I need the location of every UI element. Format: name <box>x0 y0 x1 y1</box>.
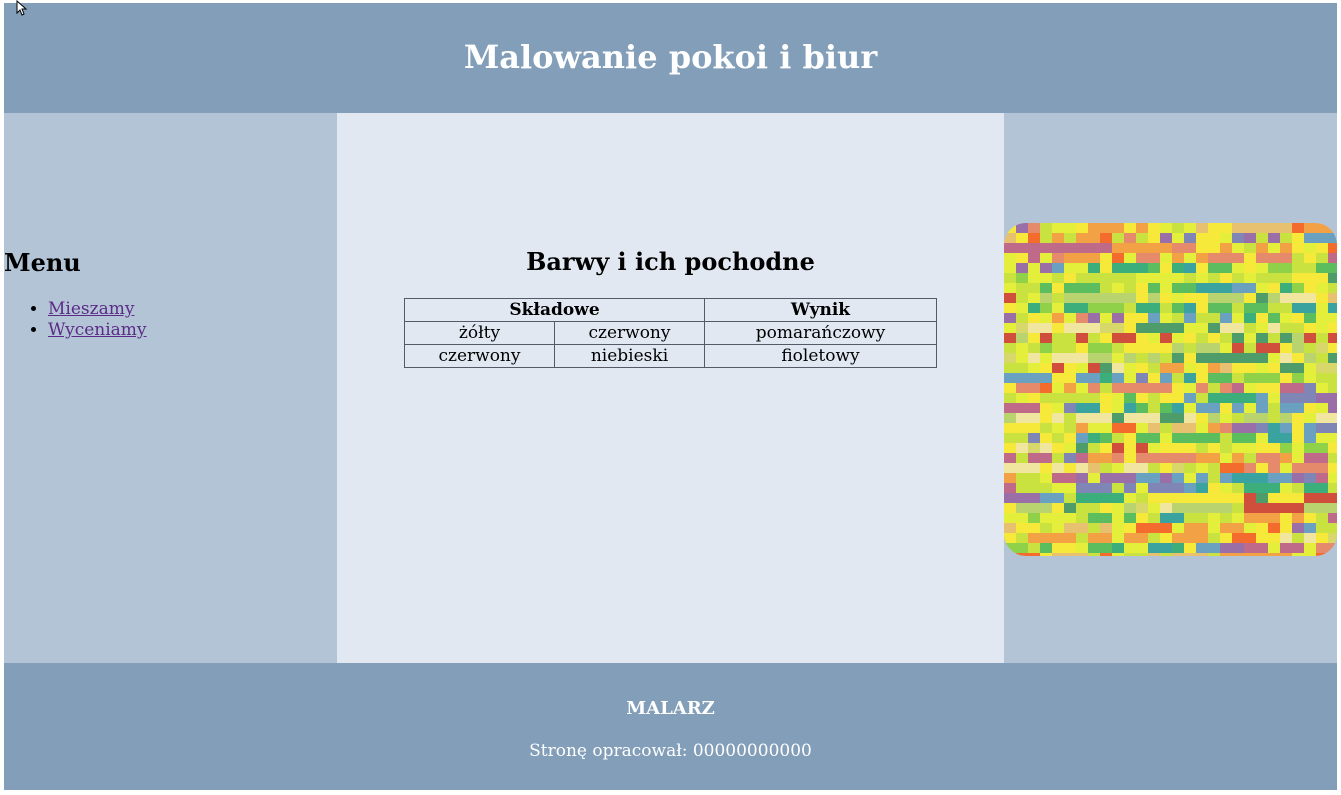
footer-brand: MALARZ <box>626 698 715 719</box>
left-menu-panel: Menu Mieszamy Wyceniamy <box>4 113 337 663</box>
menu-heading: Menu <box>4 248 81 277</box>
table-cell: niebieski <box>554 344 705 368</box>
table-cell: pomarańczowy <box>704 321 937 345</box>
footer-author: Stronę opracował: 00000000000 <box>529 741 812 761</box>
menu-link-mieszamy[interactable]: Mieszamy <box>48 299 134 319</box>
table-cell: fioletowy <box>704 344 937 368</box>
table-header-row: Składowe Wynik <box>404 298 937 322</box>
menu-list: Mieszamy Wyceniamy <box>4 299 147 341</box>
table-row: żółty czerwony pomarańczowy <box>404 321 937 345</box>
main-content: Barwy i ich pochodne Składowe Wynik żółt… <box>337 113 1004 663</box>
page-footer: MALARZ Stronę opracował: 00000000000 <box>4 663 1337 790</box>
page-title: Malowanie pokoi i biur <box>463 38 878 76</box>
page-header: Malowanie pokoi i biur <box>4 3 1337 113</box>
menu-link-wyceniamy[interactable]: Wyceniamy <box>48 320 147 340</box>
header-cell-skladowe: Składowe <box>404 298 705 322</box>
table-cell: czerwony <box>554 321 705 345</box>
paint-swatches-image <box>1004 223 1337 556</box>
table-cell: czerwony <box>404 344 555 368</box>
table-row: czerwony niebieski fioletowy <box>404 344 937 368</box>
mouse-cursor-icon <box>16 0 28 16</box>
menu-item: Mieszamy <box>48 299 147 320</box>
page: Malowanie pokoi i biur Menu Mieszamy Wyc… <box>4 3 1337 790</box>
table-cell: żółty <box>404 321 555 345</box>
colors-table: Składowe Wynik żółty czerwony pomarańczo… <box>404 298 937 368</box>
header-cell-wynik: Wynik <box>704 298 937 322</box>
paint-swatches-graphic <box>1004 223 1337 556</box>
main-heading: Barwy i ich pochodne <box>526 247 815 276</box>
menu-item: Wyceniamy <box>48 320 147 341</box>
right-image-panel <box>1004 113 1337 663</box>
